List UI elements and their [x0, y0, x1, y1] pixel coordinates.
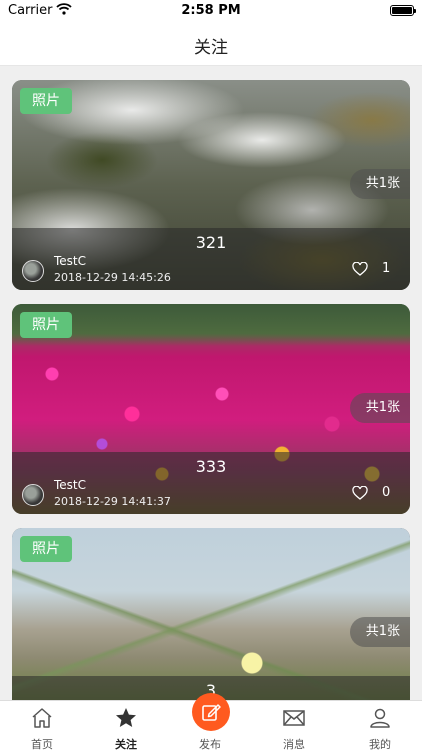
- avatar[interactable]: [22, 260, 44, 282]
- battery-icon: [390, 5, 416, 16]
- tab-follow[interactable]: 关注: [84, 701, 168, 750]
- author-name[interactable]: TestC: [54, 478, 86, 492]
- home-icon: [32, 708, 52, 728]
- user-icon: [370, 708, 390, 728]
- photo-badge: 照片: [20, 312, 72, 338]
- feed-card[interactable]: 照片 共1张 333 TestC 2018-12-29 14:41:37 0: [12, 304, 410, 514]
- card-title: 333: [195, 457, 227, 476]
- photo-count-badge: 共1张: [349, 617, 410, 647]
- heart-icon[interactable]: [352, 262, 368, 276]
- status-time: 2:58 PM: [181, 3, 241, 18]
- mail-icon: [283, 710, 305, 726]
- status-bar: Carrier 2:58 PM: [0, 0, 422, 22]
- feed-card[interactable]: 照片 共1张 321 TestC 2018-12-29 14:45:26 1: [12, 80, 410, 290]
- photo-badge: 照片: [20, 536, 72, 562]
- feed-list[interactable]: 照片 共1张 321 TestC 2018-12-29 14:45:26 1 照…: [0, 66, 422, 700]
- tab-label: 关注: [115, 738, 137, 750]
- heart-icon[interactable]: [352, 486, 368, 500]
- tab-messages[interactable]: 消息: [252, 701, 336, 750]
- avatar[interactable]: [22, 484, 44, 506]
- like-count: 0: [382, 485, 391, 500]
- star-icon: [116, 708, 136, 727]
- post-date: 2018-12-29 14:41:37: [54, 495, 171, 508]
- like-count: 1: [382, 261, 391, 276]
- card-info-overlay: 321 TestC 2018-12-29 14:45:26 1: [12, 228, 410, 290]
- tab-label: 发布: [199, 738, 221, 750]
- tab-profile[interactable]: 我的: [338, 701, 422, 750]
- nav-bar: 关注: [0, 22, 422, 66]
- tab-label: 首页: [31, 738, 53, 750]
- feed-card[interactable]: 照片 共1张 3: [12, 528, 410, 700]
- card-info-overlay: 333 TestC 2018-12-29 14:41:37 0: [12, 452, 410, 514]
- post-date: 2018-12-29 14:45:26: [54, 271, 171, 284]
- photo-badge: 照片: [20, 88, 72, 114]
- photo-count-badge: 共1张: [349, 169, 410, 199]
- card-title: 321: [195, 233, 227, 252]
- page-title: 关注: [194, 38, 228, 58]
- tab-label: 我的: [369, 738, 391, 750]
- photo-count-badge: 共1张: [349, 393, 410, 423]
- author-name[interactable]: TestC: [54, 254, 86, 268]
- publish-button[interactable]: [192, 693, 230, 731]
- tab-label: 消息: [283, 738, 305, 750]
- edit-icon: [202, 704, 221, 721]
- tab-home[interactable]: 首页: [0, 701, 84, 750]
- tab-publish[interactable]: 发布: [168, 693, 252, 750]
- tab-bar: 首页 关注 发布 消息 我的: [0, 693, 422, 750]
